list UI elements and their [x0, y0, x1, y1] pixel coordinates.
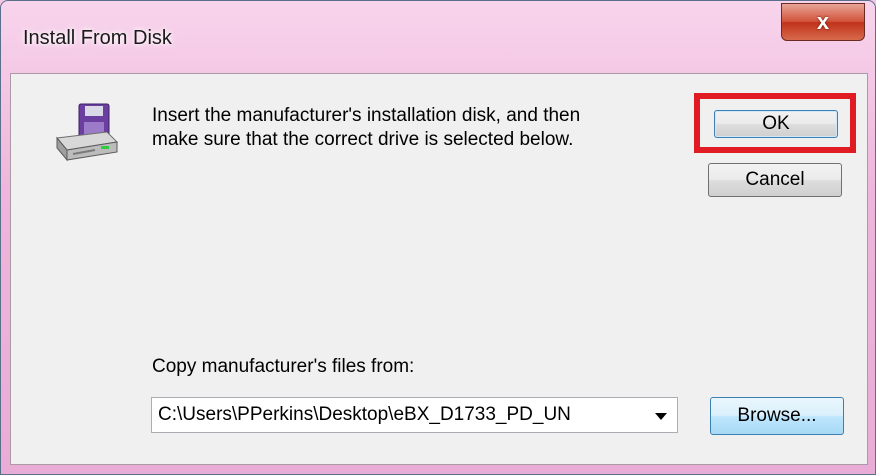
close-icon: x: [816, 9, 830, 34]
path-value[interactable]: C:\Users\PPerkins\Desktop\eBX_D1733_PD_U…: [158, 404, 571, 426]
browse-button[interactable]: Browse...: [710, 397, 844, 435]
ok-highlight-box: OK: [694, 93, 856, 153]
message-line-1: Insert the manufacturer's installation d…: [152, 105, 581, 126]
cancel-button[interactable]: Cancel: [708, 163, 842, 197]
ok-button[interactable]: OK: [714, 110, 838, 138]
instruction-message: Insert the manufacturer's installation d…: [152, 104, 580, 152]
path-combobox[interactable]: C:\Users\PPerkins\Desktop\eBX_D1733_PD_U…: [151, 397, 678, 433]
title-bar[interactable]: Install From Disk x: [1, 1, 876, 73]
close-button[interactable]: x: [781, 3, 865, 41]
window-title: Install From Disk: [23, 27, 172, 49]
disk-drive-icon: [56, 103, 119, 162]
message-line-2: make sure that the correct drive is sele…: [152, 129, 574, 150]
dialog-body: Insert the manufacturer's installation d…: [10, 73, 868, 465]
chevron-down-icon[interactable]: [655, 413, 667, 420]
dialog-window: Install From Disk x Insert the manufactu…: [0, 0, 876, 475]
copy-from-label: Copy manufacturer's files from:: [152, 356, 415, 377]
